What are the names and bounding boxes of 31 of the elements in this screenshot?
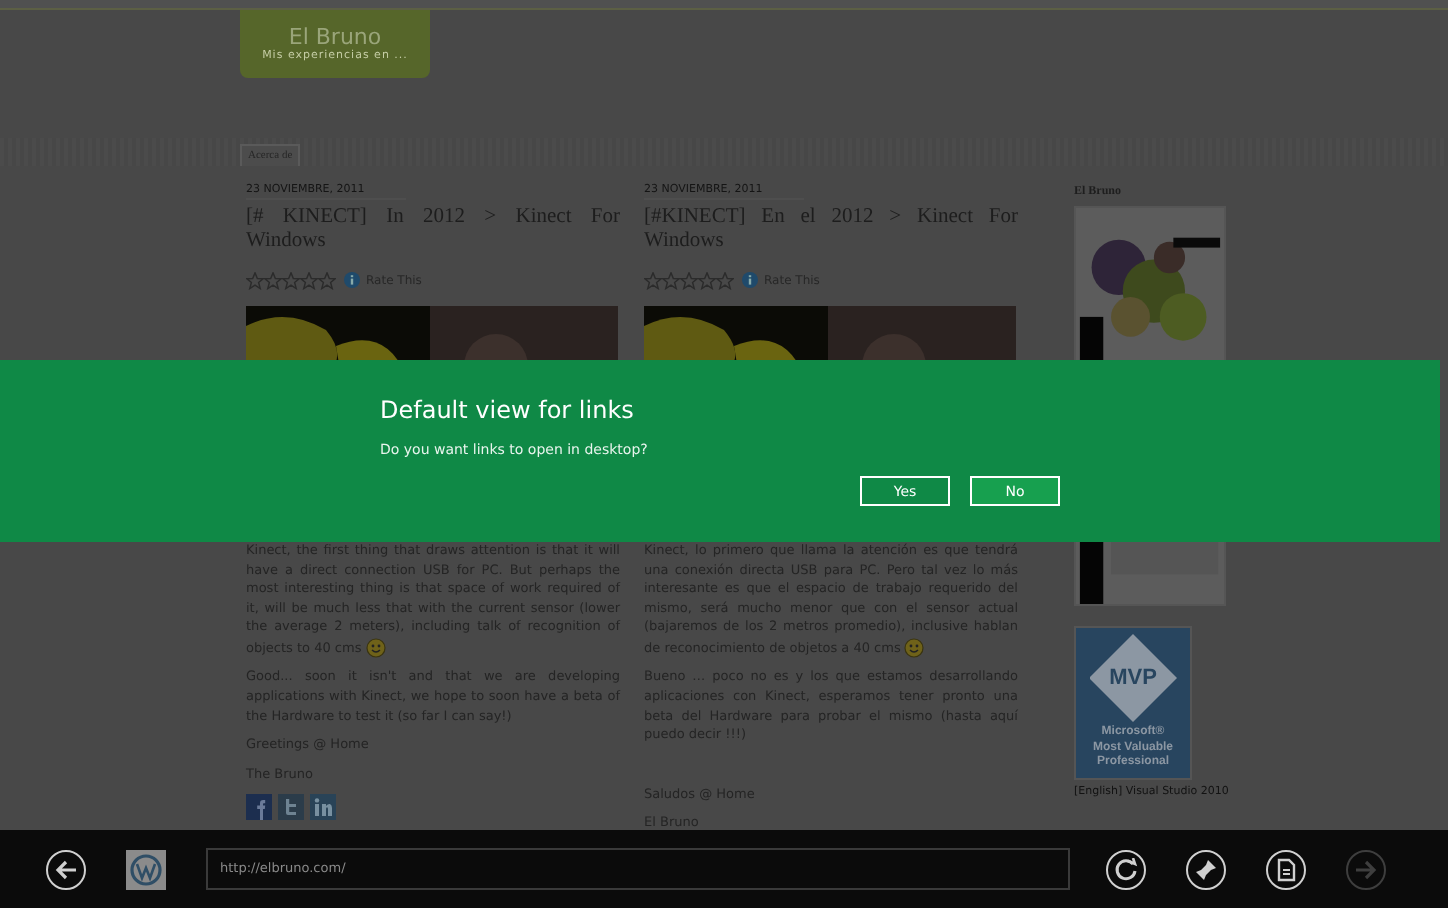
twitter-icon[interactable] <box>278 794 304 821</box>
star-rating[interactable] <box>644 271 734 289</box>
star-icon[interactable] <box>318 271 336 289</box>
star-icon[interactable] <box>698 271 716 289</box>
star-icon[interactable] <box>716 271 734 289</box>
site-icon[interactable] <box>126 849 166 889</box>
star-icon[interactable] <box>246 271 264 289</box>
dialog-title: Default view for links <box>380 394 636 426</box>
star-icon[interactable] <box>680 271 698 289</box>
badge-title: MVP <box>1109 666 1157 690</box>
star-icon[interactable] <box>282 271 300 289</box>
pin-button[interactable] <box>1186 849 1226 889</box>
page-button[interactable] <box>1266 849 1306 889</box>
star-rating[interactable] <box>246 271 336 289</box>
page-icon <box>1274 857 1298 881</box>
refresh-button[interactable] <box>1106 849 1146 889</box>
back-arrow-icon <box>54 857 78 881</box>
back-button[interactable] <box>46 849 86 889</box>
star-icon[interactable] <box>264 271 282 289</box>
info-icon <box>344 272 360 288</box>
star-icon[interactable] <box>300 271 318 289</box>
info-icon <box>742 272 758 288</box>
linkedin-icon[interactable] <box>310 794 336 821</box>
star-icon[interactable] <box>662 271 680 289</box>
refresh-icon <box>1114 857 1138 881</box>
smiley-icon <box>365 637 386 658</box>
blog-title: El Bruno <box>288 24 382 50</box>
forward-arrow-icon <box>1354 857 1378 881</box>
facebook-icon[interactable] <box>246 794 272 821</box>
smiley-icon <box>904 637 925 658</box>
star-icon[interactable] <box>644 271 662 289</box>
